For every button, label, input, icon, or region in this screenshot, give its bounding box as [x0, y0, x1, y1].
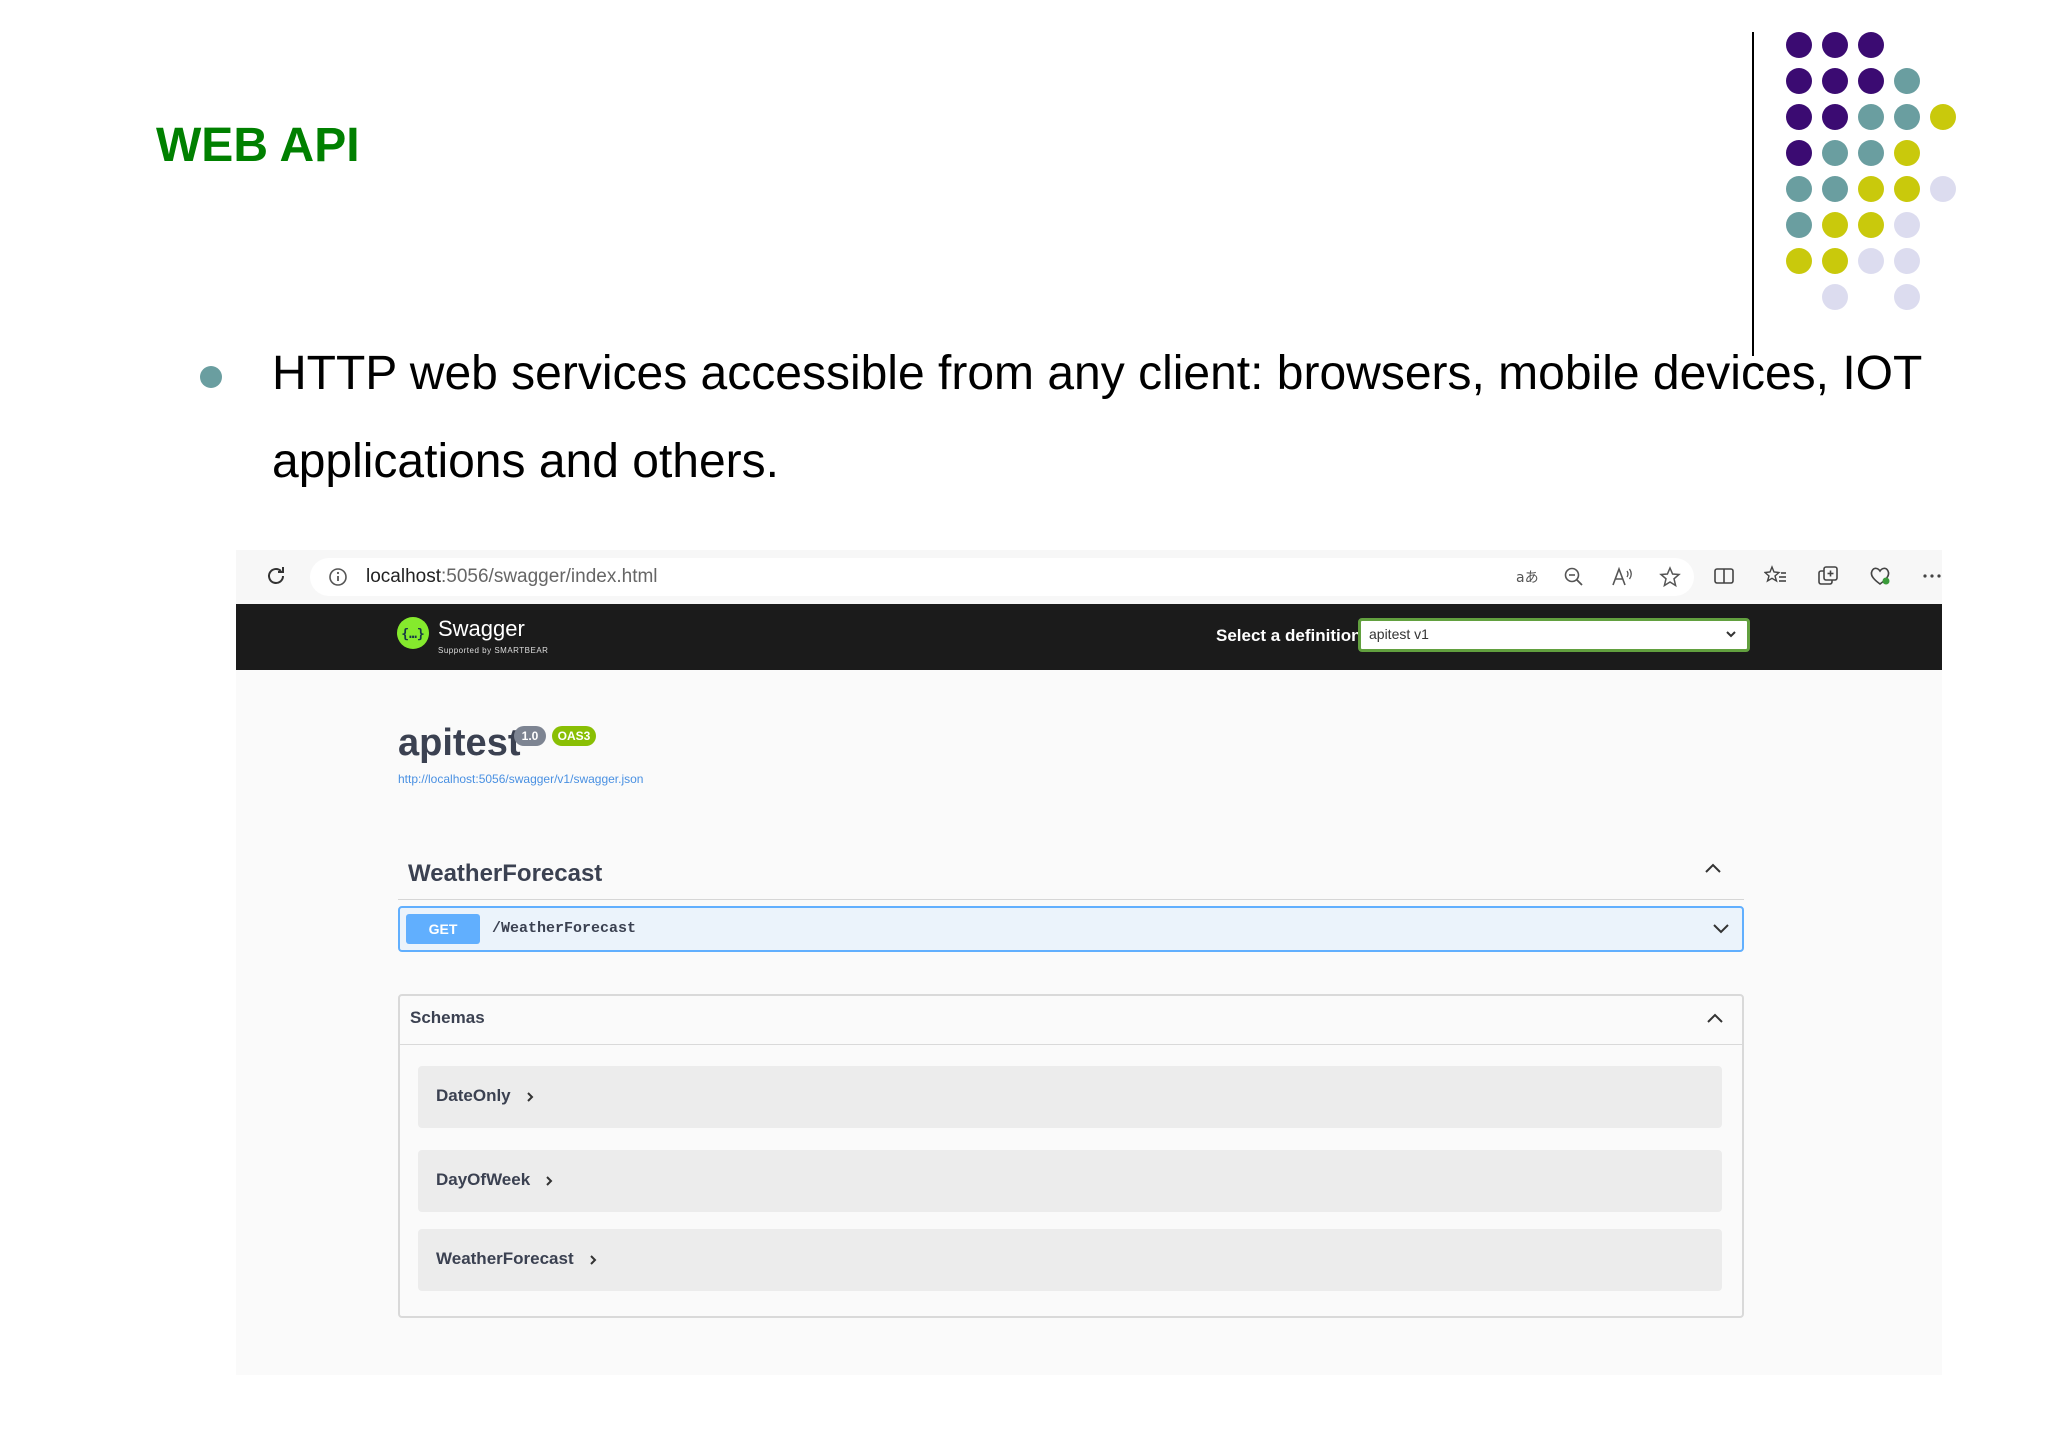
decorative-dot	[1822, 32, 1848, 58]
schemas-title[interactable]: Schemas	[410, 1008, 485, 1028]
decorative-dot	[1894, 140, 1920, 166]
decorative-dot	[1822, 68, 1848, 94]
info-icon[interactable]	[328, 567, 348, 587]
schema-name: DayOfWeek	[436, 1170, 554, 1190]
version-badge: 1.0	[514, 726, 546, 746]
chevron-right-icon	[589, 1254, 597, 1265]
decorative-dot	[1822, 248, 1848, 274]
select-definition-label: Select a definition	[1216, 626, 1362, 645]
api-title: apitest	[398, 722, 521, 764]
more-icon[interactable]	[1920, 564, 1942, 588]
split-screen-icon[interactable]	[1712, 564, 1736, 588]
decorative-dot	[1858, 248, 1884, 274]
bullet-dot	[200, 366, 222, 388]
decorative-dot	[1786, 176, 1812, 202]
reload-icon[interactable]	[264, 564, 288, 588]
read-aloud-icon[interactable]	[1610, 565, 1634, 589]
collections-icon[interactable]	[1816, 564, 1840, 588]
decorative-dot	[1786, 32, 1812, 58]
url-path: :5056/swagger/index.html	[441, 566, 658, 587]
schema-name: DateOnly	[436, 1086, 535, 1106]
browser-toolbar: localhost:5056/swagger/index.html aあ	[236, 550, 1942, 604]
decorative-dot	[1786, 248, 1812, 274]
slide-title: WEB API	[156, 119, 360, 172]
definition-select-value: apitest v1	[1369, 626, 1429, 642]
decorative-dot	[1858, 212, 1884, 238]
decorative-dot	[1858, 104, 1884, 130]
schema-item-dayofweek[interactable]: DayOfWeek	[418, 1150, 1722, 1212]
schema-item-weatherforecast[interactable]: WeatherForecast	[418, 1229, 1722, 1291]
swagger-brand-sub: Supported by SMARTBEAR	[438, 646, 549, 655]
decorative-dot	[1786, 68, 1812, 94]
bullet-text: HTTP web services accessible from any cl…	[272, 347, 1922, 488]
decorative-dot	[1822, 104, 1848, 130]
operation-path: /WeatherForecast	[492, 920, 637, 937]
definition-select[interactable]: apitest v1	[1358, 618, 1750, 652]
favorite-star-icon[interactable]	[1658, 565, 1682, 589]
chevron-down-icon	[1726, 631, 1736, 638]
chevron-down-icon[interactable]	[1712, 922, 1730, 934]
favorites-list-icon[interactable]	[1764, 564, 1788, 588]
decorative-dot	[1894, 284, 1920, 310]
translate-icon[interactable]: aあ	[1514, 565, 1538, 589]
address-bar[interactable]: localhost:5056/swagger/index.html aあ	[310, 558, 1694, 596]
browser-essentials-icon[interactable]	[1868, 564, 1892, 588]
swagger-brand: Swagger	[438, 616, 525, 641]
decorative-dot	[1786, 104, 1812, 130]
svg-text:{…}: {…}	[401, 627, 424, 642]
decorative-dot	[1858, 140, 1884, 166]
oas-badge: OAS3	[552, 726, 596, 746]
decorative-dot	[1822, 140, 1848, 166]
spec-link[interactable]: http://localhost:5056/swagger/v1/swagger…	[398, 772, 643, 786]
swagger-logo-icon[interactable]: {…}	[396, 616, 430, 650]
divider-line	[1752, 32, 1754, 356]
url-host: localhost	[366, 566, 441, 587]
svg-text:aあ: aあ	[1516, 570, 1538, 586]
chevron-right-icon	[526, 1091, 534, 1102]
schemas-divider	[400, 1044, 1742, 1045]
get-operation-row[interactable]: GET /WeatherForecast	[398, 906, 1744, 952]
tag-weatherforecast[interactable]: WeatherForecast	[408, 860, 602, 888]
decorative-dot	[1930, 176, 1956, 202]
decorative-dot	[1786, 140, 1812, 166]
decorative-dot	[1822, 284, 1848, 310]
zoom-out-icon[interactable]	[1562, 565, 1586, 589]
decorative-dot	[1858, 32, 1884, 58]
chevron-up-icon[interactable]	[1706, 1012, 1724, 1024]
schema-name: WeatherForecast	[436, 1249, 598, 1269]
swagger-header: {…} Swagger Supported by SMARTBEAR Selec…	[236, 604, 1942, 670]
decorative-dot	[1894, 68, 1920, 94]
url-text[interactable]: localhost:5056/swagger/index.html	[366, 566, 658, 588]
decorative-dot	[1930, 104, 1956, 130]
schema-item-dateonly[interactable]: DateOnly	[418, 1066, 1722, 1128]
decorative-dot	[1894, 212, 1920, 238]
decorative-dot	[1786, 212, 1812, 238]
decorative-dot	[1858, 176, 1884, 202]
decorative-dot	[1894, 248, 1920, 274]
decorative-dot	[1822, 176, 1848, 202]
decorative-dot	[1822, 212, 1848, 238]
schemas-section: Schemas DateOnly DayOfWeek WeatherForeca…	[398, 994, 1744, 1318]
chevron-up-icon[interactable]	[1704, 862, 1722, 874]
decorative-dot	[1894, 104, 1920, 130]
method-badge: GET	[406, 914, 480, 944]
decorative-dot	[1894, 176, 1920, 202]
chevron-right-icon	[546, 1175, 553, 1186]
tag-divider	[398, 899, 1744, 900]
decorative-dot	[1858, 68, 1884, 94]
swagger-screenshot: localhost:5056/swagger/index.html aあ {…}…	[236, 550, 1942, 1375]
